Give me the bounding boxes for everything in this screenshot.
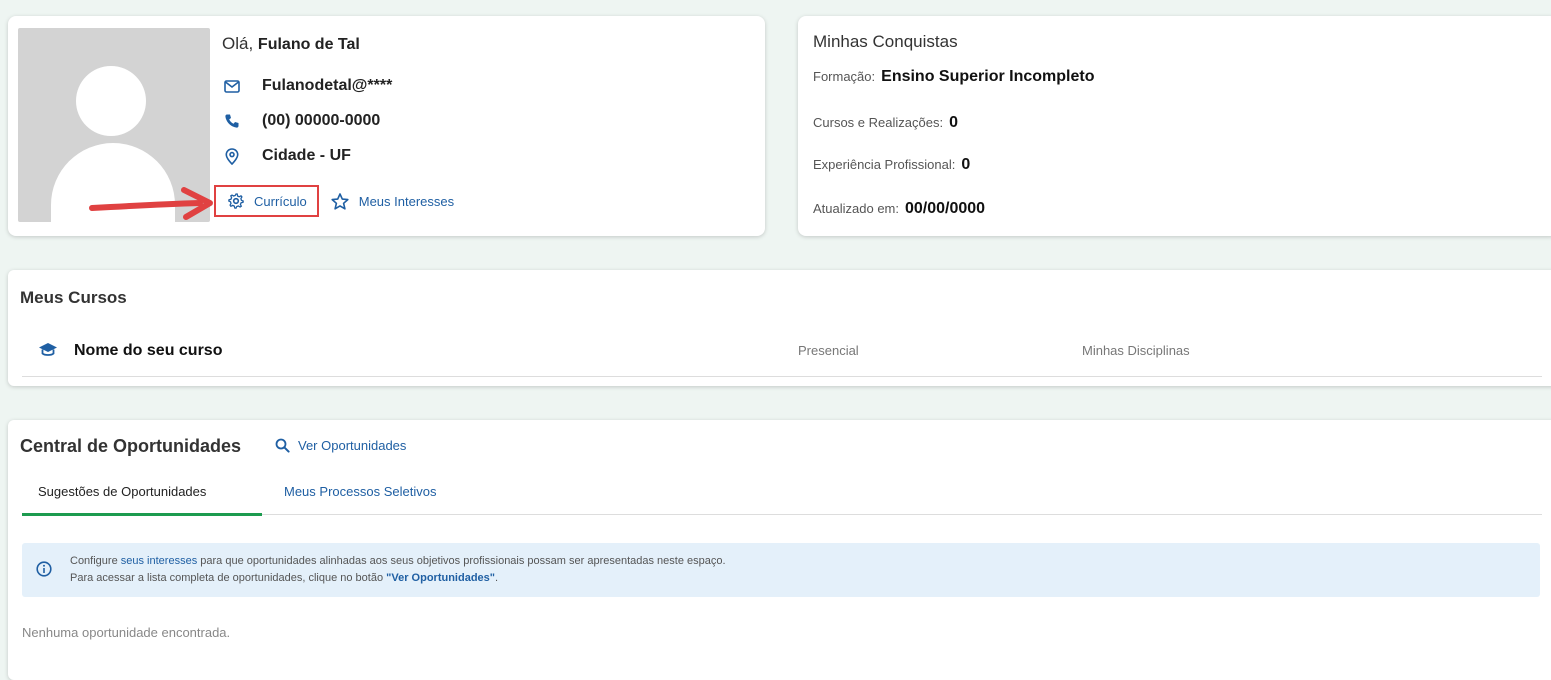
active-tab-indicator xyxy=(22,513,262,516)
minhas-disciplinas-link[interactable]: Minhas Disciplinas xyxy=(1082,343,1190,358)
location-value: Cidade - UF xyxy=(262,147,351,164)
meus-interesses-button[interactable]: Meus Interesses xyxy=(331,192,455,210)
alert-line2-suffix: . xyxy=(495,572,499,584)
email-value: Fulanodetal@**** xyxy=(262,77,393,94)
alert-line-2: Para acessar a lista completa de oportun… xyxy=(70,572,498,584)
mail-icon xyxy=(222,76,242,96)
course-mode: Presencial xyxy=(798,343,859,358)
cursos-label: Cursos e Realizações: xyxy=(813,115,944,130)
formacao-label: Formação: xyxy=(813,69,876,84)
achievements-title: Minhas Conquistas xyxy=(813,32,958,51)
alert-line-1: Configure seus interesses para que oport… xyxy=(70,555,726,567)
alert-ver-oportunidades-ref: "Ver Oportunidades" xyxy=(386,572,495,584)
alert-line2-prefix: Para acessar a lista completa de oportun… xyxy=(70,572,384,584)
meus-interesses-label: Meus Interesses xyxy=(358,193,455,209)
courses-card: Meus Cursos Nome do seu curso Presencial… xyxy=(8,270,1551,386)
seus-interesses-link[interactable]: seus interesses xyxy=(121,555,197,567)
alert-line1-suffix: para que oportunidades alinhadas aos seu… xyxy=(200,555,726,567)
course-row[interactable]: Nome do seu curso Presencial Minhas Disc… xyxy=(22,340,1542,377)
gear-icon xyxy=(228,193,244,209)
alert-line1-prefix: Configure xyxy=(70,555,118,567)
user-name: Fulano de Tal xyxy=(257,36,360,53)
atualizado-row: Atualizado em: 00/00/0000 xyxy=(813,200,985,218)
phone-row: (00) 00000-0000 xyxy=(222,111,380,131)
course-name: Nome do seu curso xyxy=(74,342,223,359)
achievements-card: Minhas Conquistas Formação: Ensino Super… xyxy=(798,16,1551,236)
location-row: Cidade - UF xyxy=(222,146,351,166)
curriculo-button[interactable]: Currículo xyxy=(214,185,319,217)
atualizado-label: Atualizado em: xyxy=(813,201,899,216)
curriculo-label: Currículo xyxy=(254,193,307,209)
formacao-value: Ensino Superior Incompleto xyxy=(881,68,1095,85)
atualizado-value: 00/00/0000 xyxy=(905,200,986,217)
email-row: Fulanodetal@**** xyxy=(222,76,392,96)
location-pin-icon xyxy=(222,146,242,166)
ver-oportunidades-button[interactable]: Ver Oportunidades xyxy=(275,438,406,453)
search-icon xyxy=(275,438,290,453)
empty-state-text: Nenhuma oportunidade encontrada. xyxy=(22,625,231,640)
formacao-row: Formação: Ensino Superior Incompleto xyxy=(813,68,1095,86)
tab-sugestoes[interactable]: Sugestões de Oportunidades xyxy=(38,484,206,499)
greeting-text: Olá, xyxy=(222,34,254,53)
opportunities-card: Central de Oportunidades Ver Oportunidad… xyxy=(8,420,1551,680)
graduation-cap-icon xyxy=(38,342,58,363)
courses-title: Meus Cursos xyxy=(20,288,127,307)
red-arrow-annotation xyxy=(89,187,213,220)
ver-oportunidades-label: Ver Oportunidades xyxy=(298,438,407,453)
opportunities-tabs: Sugestões de Oportunidades Meus Processo… xyxy=(22,478,1542,516)
phone-value: (00) 00000-0000 xyxy=(262,112,381,129)
profile-card: Olá, Fulano de Tal Fulanodetal@**** (00)… xyxy=(8,16,765,236)
cursos-value: 0 xyxy=(949,114,958,131)
phone-icon xyxy=(222,111,242,131)
cursos-row: Cursos e Realizações: 0 xyxy=(813,114,958,132)
experiencia-row: Experiência Profissional: 0 xyxy=(813,156,970,174)
star-icon xyxy=(331,192,349,210)
experiencia-value: 0 xyxy=(961,156,971,173)
info-alert: Configure seus interesses para que oport… xyxy=(22,543,1540,597)
tab-processos-seletivos[interactable]: Meus Processos Seletivos xyxy=(284,484,436,499)
greeting: Olá, Fulano de Tal xyxy=(222,34,360,54)
opportunities-title: Central de Oportunidades xyxy=(20,436,242,456)
info-icon xyxy=(36,561,52,582)
profile-links: Currículo Meus Interesses xyxy=(214,184,454,218)
experiencia-label: Experiência Profissional: xyxy=(813,157,956,172)
